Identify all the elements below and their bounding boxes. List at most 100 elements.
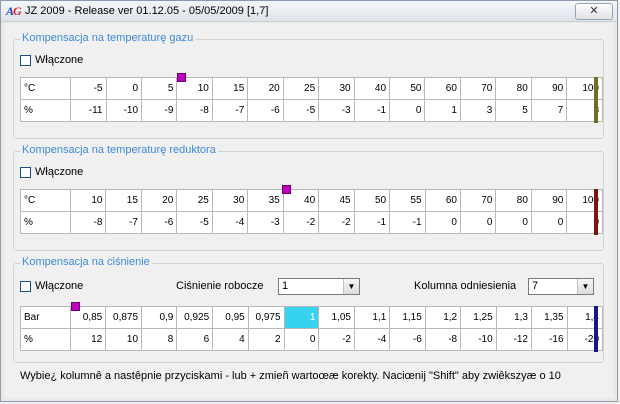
table-cell[interactable]: 35 (247, 189, 284, 212)
table-cell[interactable]: 0,95 (212, 306, 249, 329)
table-cell[interactable]: 0 (105, 77, 143, 100)
table-cell[interactable]: 0,875 (105, 306, 143, 329)
chevron-down-icon[interactable]: ▼ (343, 279, 359, 294)
table-cell[interactable]: -3 (318, 99, 355, 122)
table-cell[interactable]: 45 (318, 189, 355, 212)
table-cell[interactable]: 12 (69, 328, 107, 351)
reducer-enabled-checkbox[interactable] (20, 166, 31, 178)
table-cell[interactable]: 25 (176, 189, 213, 212)
table-cell[interactable]: 1,1 (353, 306, 391, 329)
reducer-temp-table: °C 10 15 20 25 30 35 40 45 50 55 60 70 8… (20, 189, 603, 234)
table-cell[interactable]: 15 (211, 77, 249, 100)
table-cell[interactable]: 10 (105, 328, 143, 351)
table-cell[interactable]: 0 (283, 328, 320, 351)
table-cell[interactable]: 25 (282, 77, 320, 100)
table-cell[interactable]: 5 (495, 99, 532, 122)
table-cell[interactable]: 1,35 (530, 306, 568, 329)
pressure-enabled-checkbox-row[interactable]: Włączone (20, 280, 83, 292)
table-cell[interactable]: -10 (105, 99, 143, 122)
table-cell[interactable]: -11 (69, 99, 107, 122)
table-cell[interactable]: 8 (141, 328, 178, 351)
table-cell[interactable]: 0,9 (141, 306, 178, 329)
table-cell[interactable]: 0,925 (176, 306, 214, 329)
table-cell[interactable]: 3 (459, 99, 497, 122)
title-bar[interactable]: AG JZ 2009 - Release ver 01.12.05 - 05/0… (1, 1, 617, 22)
table-cell[interactable]: -16 (530, 328, 568, 351)
table-cell[interactable]: 1,15 (389, 306, 426, 329)
table-cell[interactable]: 50 (353, 189, 391, 212)
table-cell[interactable]: 0 (424, 211, 461, 234)
table-cell[interactable]: -12 (495, 328, 532, 351)
table-cell[interactable]: 7 (530, 99, 568, 122)
pressure-enabled-checkbox[interactable] (20, 280, 31, 292)
table-cell[interactable]: 30 (211, 189, 249, 212)
table-cell[interactable]: 0,975 (247, 306, 285, 329)
table-cell[interactable]: -4 (211, 211, 249, 234)
table-cell[interactable]: 70 (459, 189, 497, 212)
working-pressure-select[interactable]: 1 ▼ (278, 278, 360, 295)
table-cell[interactable]: 5 (141, 77, 178, 100)
table-cell[interactable]: 1,05 (318, 306, 355, 329)
gas-enabled-checkbox[interactable] (20, 54, 31, 66)
table-cell[interactable]: 0 (530, 211, 568, 234)
table-cell[interactable]: -2 (318, 211, 355, 234)
table-cell[interactable]: -8 (176, 99, 213, 122)
table-cell[interactable]: 90 (530, 77, 568, 100)
table-cell[interactable]: 70 (459, 77, 497, 100)
table-row: °C -5 0 5 10 15 20 25 30 40 50 60 70 80 … (20, 77, 603, 100)
table-cell[interactable]: -5 (282, 99, 320, 122)
table-cell[interactable]: 60 (424, 189, 461, 212)
table-cell[interactable]: -6 (140, 211, 178, 234)
table-cell[interactable]: 20 (247, 77, 284, 100)
table-cell[interactable]: -6 (389, 328, 426, 351)
table-cell[interactable]: -5 (176, 211, 213, 234)
table-cell[interactable]: 80 (495, 189, 532, 212)
table-cell[interactable]: 0 (459, 211, 497, 234)
table-cell[interactable]: 80 (495, 77, 532, 100)
gas-table-edge-bar (594, 77, 598, 123)
table-cell[interactable]: 6 (176, 328, 214, 351)
table-cell[interactable]: -2 (282, 211, 320, 234)
table-cell[interactable]: 2 (247, 328, 285, 351)
selected-table-cell[interactable]: 1 (283, 306, 320, 329)
table-cell[interactable]: 20 (140, 189, 178, 212)
reducer-enabled-checkbox-row[interactable]: Włączone (20, 166, 83, 178)
table-cell[interactable]: 1,2 (424, 306, 462, 329)
table-cell[interactable]: -9 (141, 99, 178, 122)
table-cell[interactable]: -7 (211, 99, 249, 122)
table-cell[interactable]: 90 (530, 189, 568, 212)
table-cell[interactable]: -7 (105, 211, 142, 234)
table-cell[interactable]: 50 (389, 77, 426, 100)
client-area: Kompensacja na temperaturę gazu Włączone… (5, 23, 613, 398)
table-cell[interactable]: 1,3 (495, 306, 532, 329)
table-cell[interactable]: 15 (105, 189, 142, 212)
table-cell[interactable]: 1 (424, 99, 461, 122)
table-cell[interactable]: -3 (247, 211, 284, 234)
table-cell[interactable]: -2 (318, 328, 355, 351)
table-cell[interactable]: 60 (424, 77, 461, 100)
table-cell[interactable]: -4 (353, 328, 391, 351)
table-cell[interactable]: -1 (353, 211, 391, 234)
table-cell[interactable]: 30 (318, 77, 355, 100)
table-cell[interactable]: 0 (389, 99, 426, 122)
table-cell[interactable]: 4 (212, 328, 249, 351)
table-cell[interactable]: -6 (247, 99, 284, 122)
table-cell[interactable]: 55 (389, 189, 426, 212)
reference-column-select[interactable]: 7 ▼ (528, 278, 594, 295)
chevron-down-icon[interactable]: ▼ (577, 279, 593, 294)
table-cell[interactable]: -8 (69, 211, 107, 234)
working-pressure-label: Ciśnienie robocze (176, 280, 264, 292)
selection-marker-icon (177, 73, 186, 82)
table-cell[interactable]: -1 (353, 99, 391, 122)
table-cell[interactable]: -5 (69, 77, 107, 100)
table-cell[interactable]: 40 (353, 77, 391, 100)
close-button[interactable]: ✕ (575, 3, 613, 20)
table-cell[interactable]: 1,25 (460, 306, 497, 329)
table-cell[interactable]: -8 (424, 328, 462, 351)
table-cell[interactable]: -10 (460, 328, 497, 351)
table-cell[interactable]: 0 (495, 211, 532, 234)
table-cell[interactable]: 10 (69, 189, 107, 212)
gas-enabled-checkbox-row[interactable]: Włączone (20, 54, 83, 66)
table-cell[interactable]: -1 (389, 211, 426, 234)
table-row: % 12 10 8 6 4 2 0 -2 -4 -6 -8 -10 -12 -1… (20, 328, 604, 351)
